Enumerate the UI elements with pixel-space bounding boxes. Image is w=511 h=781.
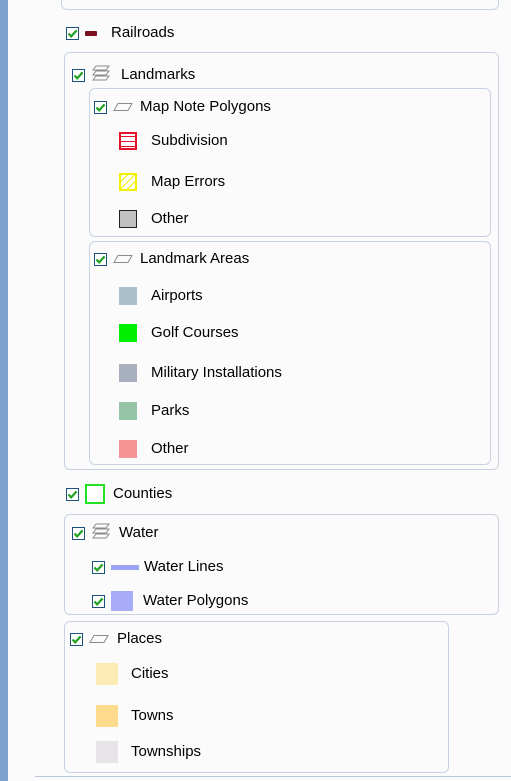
layer-railroads[interactable]: Railroads — [66, 21, 174, 45]
legend-item-parks: Parks — [119, 399, 189, 423]
map-errors-swatch — [119, 173, 137, 191]
military-label: Military Installations — [151, 364, 282, 381]
layer-water-polygons[interactable]: Water Polygons — [92, 589, 248, 613]
cities-swatch — [96, 663, 118, 685]
legend-item-towns: Towns — [96, 704, 174, 728]
water-group-panel: Water Water Lines Water Polygons — [64, 514, 499, 615]
landmark-areas-checkbox[interactable] — [94, 252, 107, 266]
other-landmark-swatch — [119, 440, 137, 458]
places-panel: Places Cities Towns Townships — [64, 621, 449, 773]
layer-landmarks[interactable]: Landmarks — [72, 63, 195, 87]
subdivision-swatch — [119, 132, 137, 150]
landmarks-checkbox[interactable] — [72, 68, 85, 82]
townships-swatch — [96, 741, 118, 763]
subdivision-label: Subdivision — [151, 132, 228, 149]
map-note-polygons-panel: Map Note Polygons Subdivision Map Errors… — [89, 88, 491, 237]
line-symbol-icon — [85, 30, 97, 36]
layer-map-note-polygons[interactable]: Map Note Polygons — [94, 95, 271, 119]
polygon-layer-icon — [113, 251, 133, 268]
counties-checkbox[interactable] — [66, 487, 79, 501]
landmarks-group-panel: Landmarks Map Note Polygons Subdivision … — [64, 52, 499, 470]
military-swatch — [119, 364, 137, 382]
counties-swatch — [85, 484, 105, 504]
group-layer-icon — [91, 64, 111, 86]
railroads-label: Railroads — [111, 24, 175, 41]
towns-label: Towns — [131, 707, 174, 724]
legend-item-other-landmark: Other — [119, 437, 189, 461]
landmark-areas-panel: Landmark Areas Airports Golf Courses Mil… — [89, 241, 491, 465]
townships-label: Townships — [131, 743, 202, 760]
layer-places[interactable]: Places — [70, 627, 162, 651]
legend-item-airports: Airports — [119, 284, 203, 308]
places-checkbox[interactable] — [70, 632, 83, 646]
cities-label: Cities — [131, 665, 169, 682]
layer-water-lines[interactable]: Water Lines — [92, 555, 223, 579]
legend-item-golf-courses: Golf Courses — [119, 321, 239, 345]
golf-courses-swatch — [119, 324, 137, 342]
window-left-border — [0, 0, 8, 781]
legend-item-cities: Cities — [96, 662, 169, 686]
water-polygons-swatch — [111, 591, 133, 611]
layer-counties[interactable]: Counties — [66, 482, 172, 506]
water-checkbox[interactable] — [72, 526, 85, 540]
list-bottom-border — [35, 776, 511, 777]
previous-layer-panel — [61, 0, 499, 10]
polygon-layer-icon — [113, 99, 133, 116]
legend-item-map-errors: Map Errors — [119, 170, 225, 194]
landmark-areas-label: Landmark Areas — [140, 250, 250, 267]
map-note-polygons-checkbox[interactable] — [94, 100, 107, 114]
airports-swatch — [119, 287, 137, 305]
towns-swatch — [96, 705, 118, 727]
counties-label: Counties — [113, 485, 173, 502]
places-label: Places — [117, 630, 163, 647]
legend-item-military: Military Installations — [119, 361, 282, 385]
legend-item-other-note: Other — [119, 207, 189, 231]
legend-item-townships: Townships — [96, 740, 201, 764]
parks-swatch — [119, 402, 137, 420]
layer-landmark-areas[interactable]: Landmark Areas — [94, 247, 249, 271]
map-errors-label: Map Errors — [151, 173, 226, 190]
water-polygons-label: Water Polygons — [143, 592, 249, 609]
water-lines-checkbox[interactable] — [92, 560, 105, 574]
group-layer-icon — [91, 522, 111, 544]
other-note-swatch — [119, 210, 137, 228]
landmarks-label: Landmarks — [121, 66, 196, 83]
legend-item-subdivision: Subdivision — [119, 129, 228, 153]
water-lines-swatch — [111, 564, 139, 570]
layer-water[interactable]: Water — [72, 521, 158, 545]
water-label: Water — [119, 524, 159, 541]
other-landmark-label: Other — [151, 440, 189, 457]
golf-courses-label: Golf Courses — [151, 324, 239, 341]
map-note-polygons-label: Map Note Polygons — [140, 98, 271, 115]
table-of-contents-panel: Railroads Landmarks Map Note Polygons Su… — [8, 0, 511, 781]
polygon-layer-icon — [89, 631, 109, 648]
water-lines-label: Water Lines — [144, 558, 224, 575]
railroads-checkbox[interactable] — [66, 26, 79, 40]
airports-label: Airports — [151, 287, 203, 304]
other-note-label: Other — [151, 210, 189, 227]
water-polygons-checkbox[interactable] — [92, 594, 105, 608]
parks-label: Parks — [151, 402, 190, 419]
